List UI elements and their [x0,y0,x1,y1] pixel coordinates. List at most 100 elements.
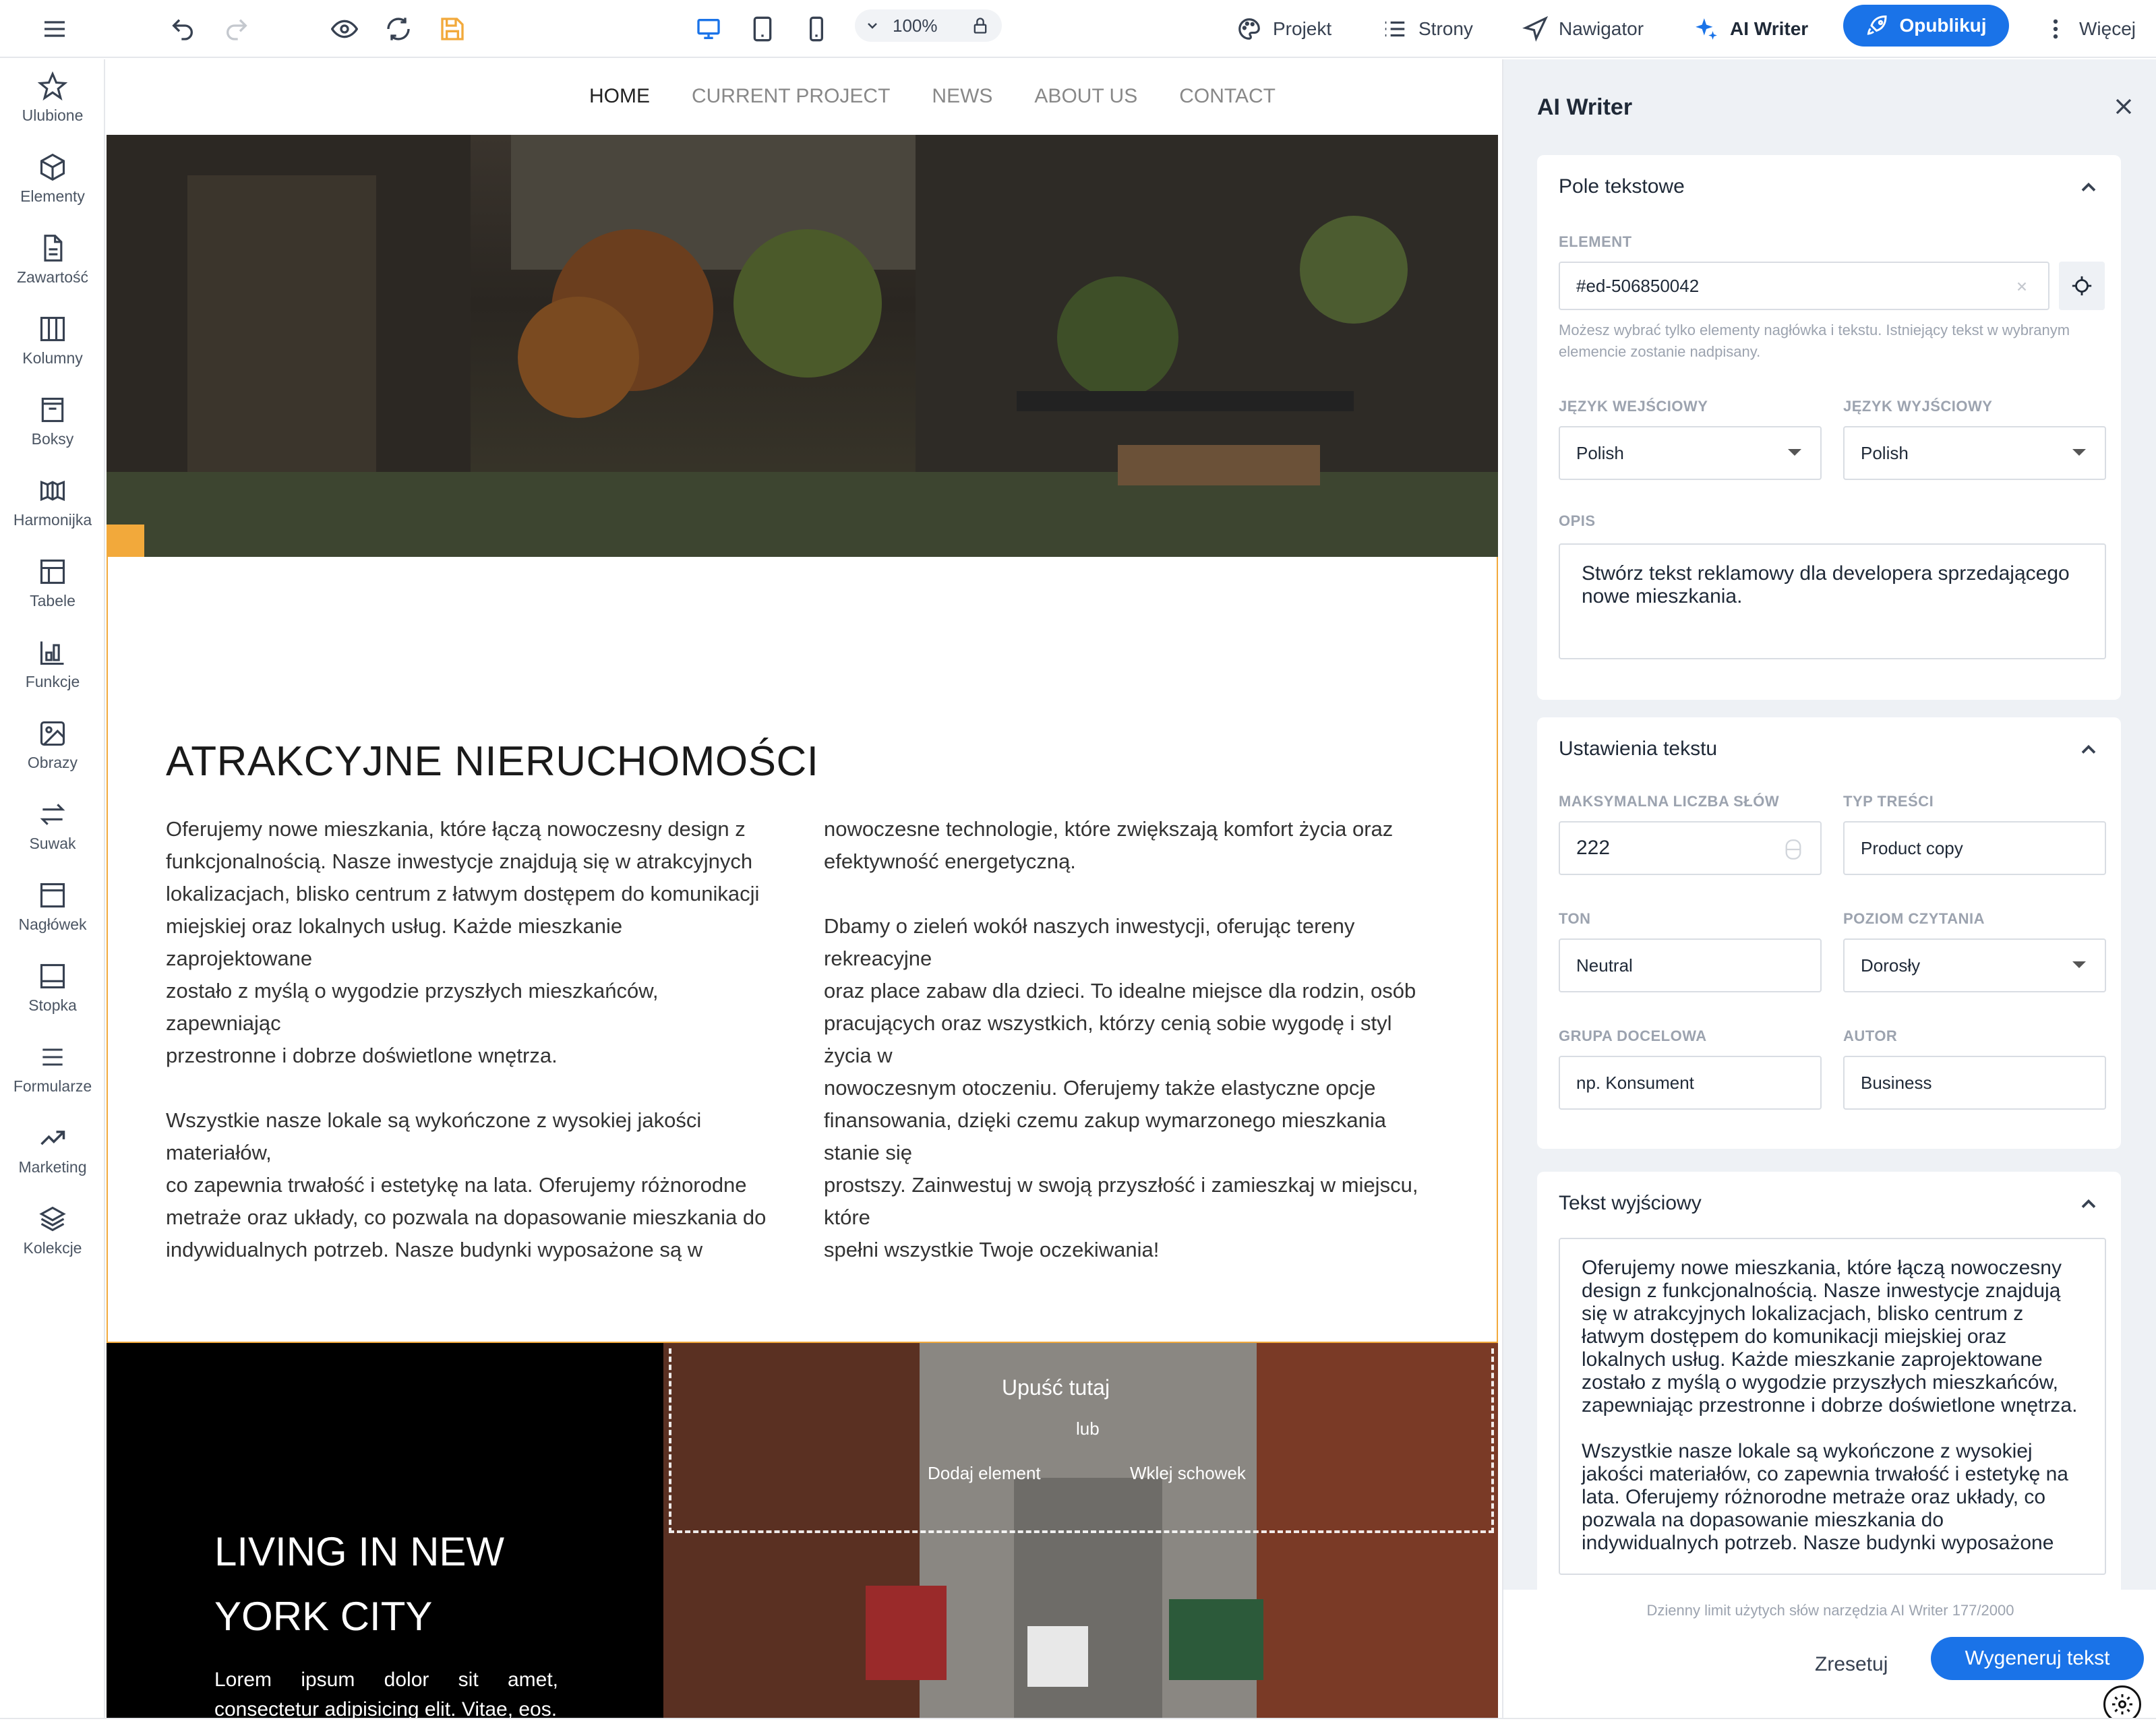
text-column-left[interactable]: Oferujemy nowe mieszkania, które łączą n… [166,813,773,1266]
sidebar-item-formularze[interactable]: Formularze [0,1042,105,1116]
author-input[interactable]: Business [1843,1056,2106,1110]
card-title[interactable]: Ustawienia tekstu [1559,738,1717,760]
reset-button[interactable]: Zresetuj [1815,1653,1888,1676]
section-handle-icon[interactable] [107,525,144,557]
site-nav-current-project[interactable]: CURRENT PROJECT [692,85,890,108]
paste-clipboard-link[interactable]: Wklej schowek [1130,1463,1246,1484]
sidebar-item-ulubione[interactable]: Ulubione [0,71,105,146]
output-language-value: Polish [1861,442,1909,463]
element-picker-button[interactable] [2059,262,2105,310]
sidebar-item-suwak[interactable]: Suwak [0,800,105,874]
text-section[interactable]: ATRAKCYJNE NIERUCHOMOŚCI Oferujemy nowe … [107,557,1498,1343]
columns-icon [40,316,65,342]
sidebar-item-label: Nagłówek [18,916,87,933]
more-button[interactable]: Więcej [2043,12,2136,46]
clear-icon[interactable] [2014,279,2029,294]
drop-zone[interactable]: Upuść tutaj lub Dodaj element Wklej scho… [669,1348,1494,1533]
sidebar-item-obrazy[interactable]: Obrazy [0,719,105,793]
strony-button[interactable]: Strony [1382,12,1473,46]
preview-eye-icon[interactable] [328,12,361,46]
audience-input[interactable]: np. Konsument [1559,1056,1822,1110]
dropdown-caret-icon [2072,961,2086,968]
sidebar-item-zawartosc[interactable]: Zawartość [0,233,105,307]
sidebar-item-label: Ulubione [22,107,84,124]
sidebar-item-kolumny[interactable]: Kolumny [0,314,105,388]
input-language-select[interactable]: Polish [1559,426,1822,480]
sidebar-item-label: Harmonijka [13,511,92,529]
box-icon [41,397,64,423]
tone-input[interactable]: Neutral [1559,938,1822,992]
dropdown-caret-icon [2072,449,2086,456]
zoom-control[interactable]: 100% [855,9,1002,42]
strony-label: Strony [1418,18,1473,39]
sidebar-item-naglowek[interactable]: Nagłówek [0,880,105,955]
sidebar-item-harmonijka[interactable]: Harmonijka [0,476,105,550]
accordion-icon [40,480,65,502]
section-heading[interactable]: ATRAKCYJNE NIERUCHOMOŚCI [166,738,819,785]
drop-or-text: lub [1076,1418,1100,1439]
site-nav-home[interactable]: HOME [589,85,650,108]
sidebar-item-label: Kolumny [22,349,83,367]
sidebar-item-marketing[interactable]: Marketing [0,1123,105,1197]
reading-level-select[interactable]: Dorosły [1843,938,2106,992]
living-text[interactable]: Lorem ipsum dolor sit amet, consectetur … [214,1665,558,1718]
save-icon[interactable] [436,12,469,46]
site-nav-contact[interactable]: CONTACT [1179,85,1276,108]
sidebar-item-elementy[interactable]: Elementy [0,152,105,227]
element-input[interactable]: #ed-506850042 [1559,262,2049,310]
card-title[interactable]: Tekst wyjściowy [1559,1192,1702,1215]
output-text-card: Tekst wyjściowy Oferujemy nowe mieszkani… [1537,1172,2121,1590]
projekt-button[interactable]: Projekt [1236,12,1331,46]
site-nav-news[interactable]: NEWS [932,85,992,108]
ai-writer-button[interactable]: AI Writer [1694,12,1808,46]
output-textarea[interactable]: Oferujemy nowe mieszkania, które łączą n… [1559,1238,2106,1575]
sidebar-item-label: Marketing [18,1158,87,1176]
publish-button[interactable]: Opublikuj [1843,5,2009,47]
status-bar [0,1718,2156,1734]
undo-icon[interactable] [166,12,200,46]
sidebar-item-label: Boksy [31,430,74,448]
description-textarea[interactable]: Stwórz tekst reklamowy dla developera sp… [1559,543,2106,659]
nawigator-button[interactable]: Nawigator [1522,12,1644,46]
mobile-view-icon[interactable] [800,12,833,46]
card-title[interactable]: Pole tekstowe [1559,175,1685,198]
text-settings-card: Ustawienia tekstu MAKSYMALNA LICZBA SŁÓW… [1537,717,2121,1149]
dropdown-caret-icon [1788,449,1801,456]
lock-icon[interactable] [971,16,990,35]
document-icon [44,235,63,262]
text-column-right[interactable]: nowoczesne technologie, które zwiększają… [824,813,1431,1266]
sidebar-item-label: Elementy [20,187,85,205]
sidebar-item-funkcje[interactable]: Funkcje [0,638,105,712]
refresh-icon[interactable] [382,12,415,46]
sidebar-item-stopka[interactable]: Stopka [0,961,105,1036]
close-icon[interactable] [2110,93,2137,120]
chevron-up-icon[interactable] [2076,738,2101,762]
desktop-view-icon[interactable] [692,12,725,46]
panel-title: AI Writer [1537,94,1633,120]
menu-icon[interactable] [38,12,71,46]
chevron-up-icon[interactable] [2076,175,2101,200]
living-title[interactable]: LIVING IN NEW YORK CITY [214,1520,504,1649]
navigation-arrow-icon [1522,16,1548,42]
trend-icon [40,1131,65,1145]
site-nav-about-us[interactable]: ABOUT US [1034,85,1137,108]
rocket-icon [1867,15,1887,35]
add-element-link[interactable]: Dodaj element [928,1463,1041,1484]
stepper-icon[interactable] [1784,839,1803,860]
sidebar-item-boksy[interactable]: Boksy [0,395,105,469]
sidebar-item-kolekcje[interactable]: Kolekcje [0,1204,105,1278]
content-type-input[interactable]: Product copy [1843,821,2106,875]
element-label: ELEMENT [1559,233,1632,250]
living-block: LIVING IN NEW YORK CITY Lorem ipsum dolo… [107,1343,663,1718]
max-words-input[interactable]: 222 [1559,821,1822,875]
output-language-select[interactable]: Polish [1843,426,2106,480]
redo-icon[interactable] [220,12,253,46]
panel-footer: Dzienny limit użytych słów narzędzia AI … [1503,1590,2156,1723]
output-language-label: JĘZYK WYJŚCIOWY [1843,398,1993,415]
tablet-view-icon[interactable] [746,12,779,46]
sidebar-item-tabele[interactable]: Tabele [0,557,105,631]
input-language-value: Polish [1576,442,1624,463]
description-label: OPIS [1559,512,1596,529]
chevron-up-icon[interactable] [2076,1192,2101,1216]
generate-text-button[interactable]: Wygeneruj tekst [1931,1637,2144,1680]
